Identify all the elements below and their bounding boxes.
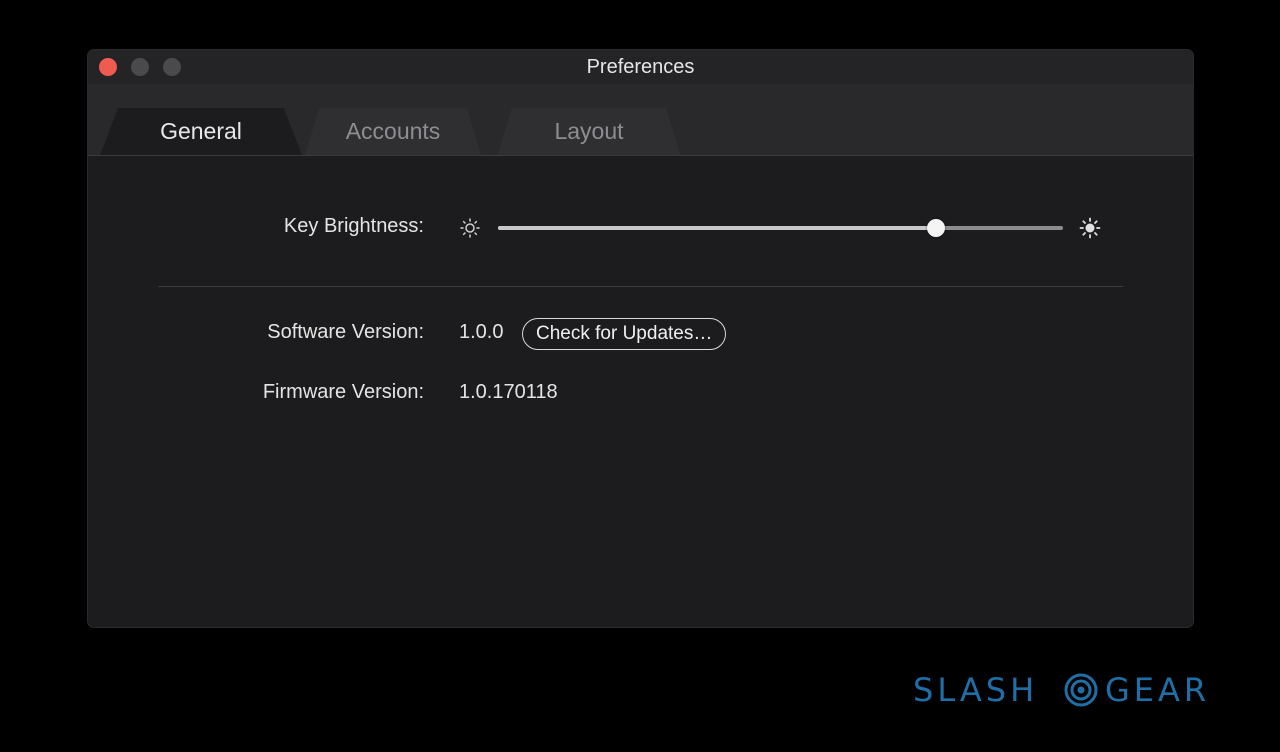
software-version-label: Software Version: — [267, 321, 424, 343]
firmware-version-value: 1.0.170118 — [459, 381, 558, 403]
software-version-value: 1.0.0 — [459, 321, 504, 343]
slashgear-watermark: SLASH GEAR — [913, 672, 1238, 708]
tab-bar: Layout Accounts General — [88, 84, 1193, 156]
preferences-window: Preferences Layout Accounts General Key … — [88, 50, 1193, 627]
slider-fill — [498, 226, 936, 230]
tab-layout[interactable]: Layout — [485, 108, 693, 155]
tab-general[interactable]: General — [100, 108, 302, 155]
section-divider — [158, 286, 1123, 287]
key-brightness-label: Key Brightness: — [283, 215, 424, 237]
tab-label: General — [160, 118, 242, 144]
sun-filled-icon — [1079, 217, 1101, 239]
watermark-right-text: GEAR — [1105, 671, 1211, 709]
tab-label: Accounts — [345, 118, 441, 144]
window-title: Preferences — [586, 56, 695, 78]
titlebar: Preferences — [88, 50, 1193, 85]
sun-outline-icon — [460, 218, 480, 238]
firmware-version-label: Firmware Version: — [262, 381, 424, 403]
key-brightness-slider[interactable] — [498, 219, 1063, 237]
slider-knob[interactable] — [926, 219, 945, 237]
check-for-updates-button[interactable]: Check for Updates… — [522, 318, 727, 350]
tab-accounts[interactable]: Accounts — [293, 108, 493, 155]
tab-label: Layout — [554, 118, 624, 144]
watermark-left-text: SLASH — [913, 671, 1039, 709]
gear-logo-icon — [1064, 673, 1098, 707]
